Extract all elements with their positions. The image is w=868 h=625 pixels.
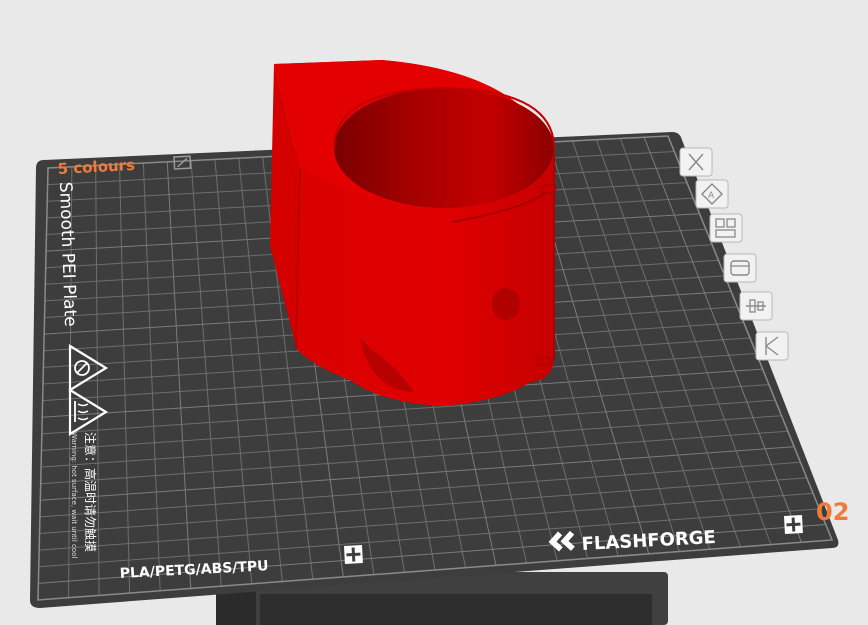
cross-marker-icon <box>784 515 803 534</box>
plate-settings-icon[interactable] <box>723 253 757 283</box>
lock-icon[interactable] <box>755 331 789 361</box>
red-cylindrical-part[interactable] <box>270 60 557 406</box>
3d-viewport[interactable]: 5 colours Smooth PEI Plate 注意：高温时请勿触摸 Wa… <box>0 0 868 625</box>
arrange-icon[interactable] <box>709 213 743 243</box>
svg-text:A: A <box>708 191 715 201</box>
close-icon[interactable] <box>679 147 713 177</box>
warning-text-en: Warning: hot surface, wait until cool <box>70 432 78 558</box>
plate-number[interactable]: 02 <box>816 498 849 526</box>
cross-marker-icon <box>344 545 363 564</box>
slice-settings-icon[interactable] <box>739 291 773 321</box>
warning-text-cn: 注意：高温时请勿触摸 <box>83 432 98 552</box>
auto-orient-icon[interactable]: A <box>695 179 729 209</box>
